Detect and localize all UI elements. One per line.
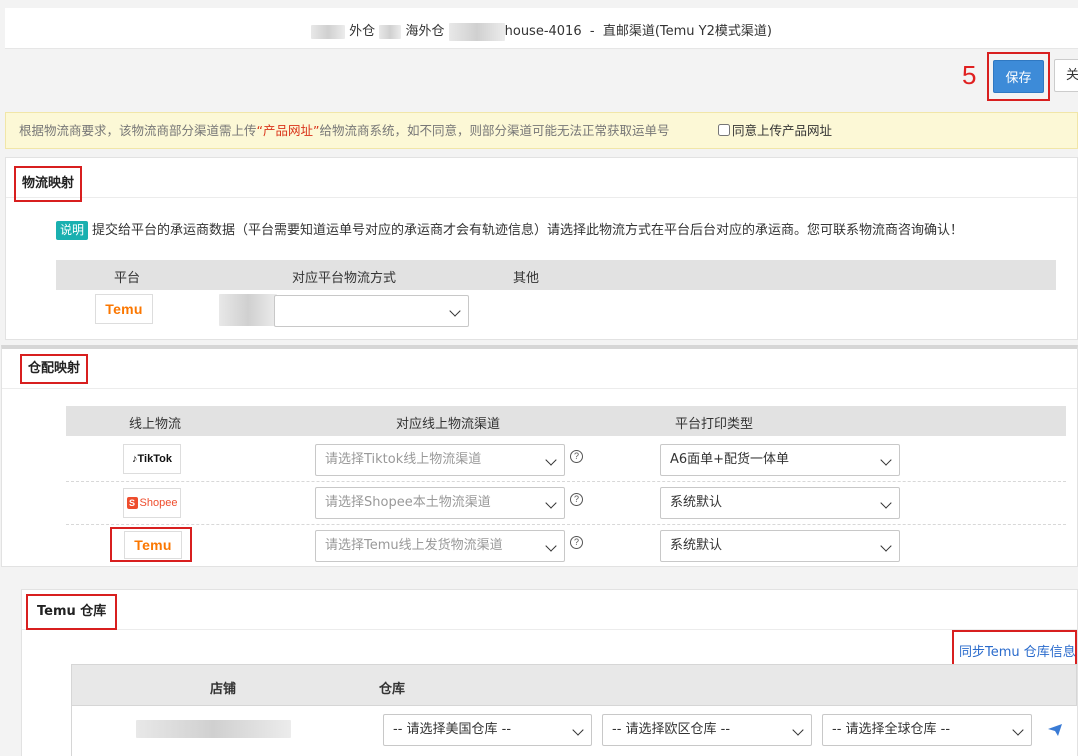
panel-header [22, 590, 1077, 630]
tiktok-print-type-select[interactable]: A6面单+配货一体单 [660, 444, 900, 476]
title-bar: 外仓 海外仓 house-4016 - 直邮渠道(Temu Y2模式渠道) [5, 8, 1078, 49]
send-icon[interactable] [1048, 724, 1062, 736]
platform-logistics-select[interactable] [274, 295, 469, 327]
help-icon[interactable]: ? [570, 450, 583, 463]
temu-logo-text: Temu [134, 537, 172, 553]
col-shop: 店铺 [210, 682, 237, 697]
help-icon[interactable]: ? [570, 493, 583, 506]
save-highlight-box: 保存 [987, 52, 1050, 101]
logistics-mapping-title: 物流映射 [14, 166, 83, 202]
logistics-table-header: 平台 对应平台物流方式 其他 [56, 260, 1056, 290]
redacted-text [448, 22, 505, 41]
temu-logo: Temu [124, 531, 182, 559]
warehouse-mapping-title: 仓配映射 [20, 354, 89, 384]
title-house-code: house-4016 [504, 24, 582, 39]
help-icon[interactable]: ? [570, 536, 583, 549]
page-title: 外仓 海外仓 house-4016 - 直邮渠道(Temu Y2模式渠道) [5, 20, 1078, 41]
title-warehouse-name: 外仓 [349, 24, 376, 39]
tiktok-logo: ♪TikTok [123, 444, 181, 474]
chevron-down-icon [880, 454, 892, 466]
notice-text: 根据物流商要求，该物流商部分渠道需上传 [19, 123, 257, 138]
title-separator: - [589, 24, 595, 39]
close-button[interactable]: 关 [1054, 59, 1078, 92]
eu-warehouse-placeholder: -- 请选择欧区仓库 -- [612, 722, 731, 737]
temu-warehouse-panel: Temu 仓库 同步Temu 仓库信息 店铺 仓库 -- 请选择美国仓库 -- … [21, 589, 1078, 756]
chevron-down-icon [880, 497, 892, 509]
temu-channel-placeholder: 请选择Temu线上发货物流渠道 [325, 538, 503, 553]
agree-upload-checkbox[interactable] [718, 124, 730, 136]
tiktok-print-type-value: A6面单+配货一体单 [670, 452, 790, 467]
row-divider [66, 481, 1066, 482]
title-channel: 直邮渠道(Temu Y2模式渠道) [602, 24, 772, 39]
redacted-shop-name [136, 720, 291, 738]
global-warehouse-select[interactable]: -- 请选择全球仓库 -- [822, 714, 1032, 746]
explain-line: 说明 提交给平台的承运商数据（平台需要知道运单号对应的承运商才会有轨迹信息）请选择… [56, 219, 963, 240]
redacted-text [311, 24, 346, 39]
global-warehouse-placeholder: -- 请选择全球仓库 -- [832, 722, 951, 737]
redacted-text [219, 294, 277, 326]
explain-text: 提交给平台的承运商数据（平台需要知道运单号对应的承运商才会有轨迹信息）请选择此物… [92, 223, 964, 238]
row-divider [66, 524, 1066, 525]
col-platform: 平台 [114, 271, 141, 286]
col-platform-logistics: 对应平台物流方式 [292, 271, 397, 286]
agree-upload-checkbox-label[interactable]: 同意上传产品网址 [718, 113, 832, 149]
col-warehouse: 仓库 [379, 682, 406, 697]
col-online-logistics: 线上物流 [129, 417, 182, 432]
title-overseas-warehouse: 海外仓 [405, 24, 445, 39]
chevron-down-icon [792, 724, 804, 736]
tiktok-channel-select[interactable]: 请选择Tiktok线上物流渠道 [315, 444, 565, 476]
shopee-print-type-select[interactable]: 系统默认 [660, 487, 900, 519]
shopee-channel-select[interactable]: 请选择Shopee本土物流渠道 [315, 487, 565, 519]
shopee-bag-icon: S [126, 497, 138, 509]
tiktok-logo-text: TikTok [137, 453, 172, 465]
shopee-logo-text: Shopee [139, 497, 178, 509]
warehouse-mapping-panel: 仓配映射 线上物流 对应线上物流渠道 平台打印类型 ♪TikTok 请选择Tik… [1, 345, 1078, 567]
temu-channel-select[interactable]: 请选择Temu线上发货物流渠道 [315, 530, 565, 562]
chevron-down-icon [572, 724, 584, 736]
col-print-type: 平台打印类型 [675, 417, 754, 432]
temu-print-type-select[interactable]: 系统默认 [660, 530, 900, 562]
sync-temu-warehouse-link[interactable]: 同步Temu 仓库信息 [959, 641, 1076, 660]
chevron-down-icon [880, 540, 892, 552]
agree-upload-label: 同意上传产品网址 [732, 123, 833, 138]
temu-logo: Temu [95, 294, 153, 324]
notice-bar: 根据物流商要求，该物流商部分渠道需上传“产品网址”给物流商系统，如不同意，则部分… [5, 112, 1078, 149]
temu-warehouse-table-header: 店铺 仓库 [71, 664, 1077, 706]
notice-text-after: 给物流商系统，如不同意，则部分渠道可能无法正常获取运单号 [319, 123, 670, 138]
eu-warehouse-select[interactable]: -- 请选择欧区仓库 -- [602, 714, 812, 746]
save-button[interactable]: 保存 [993, 60, 1044, 93]
warehouse-table-header: 线上物流 对应线上物流渠道 平台打印类型 [66, 406, 1066, 436]
temu-print-type-value: 系统默认 [670, 538, 723, 553]
redacted-text [379, 24, 402, 39]
panel-header [2, 349, 1077, 389]
us-warehouse-select[interactable]: -- 请选择美国仓库 -- [383, 714, 592, 746]
shopee-logo: S Shopee [123, 488, 181, 518]
logistics-mapping-panel: 物流映射 说明 提交给平台的承运商数据（平台需要知道运单号对应的承运商才会有轨迹信… [5, 157, 1078, 340]
temu-warehouse-title: Temu 仓库 [26, 594, 118, 630]
shopee-channel-placeholder: 请选择Shopee本土物流渠道 [325, 495, 491, 510]
panel-header [6, 158, 1077, 198]
step-number-annotation: 5 [962, 60, 977, 90]
chevron-down-icon [1012, 724, 1024, 736]
chevron-down-icon [545, 454, 557, 466]
temu-logo-text: Temu [105, 301, 143, 317]
chevron-down-icon [545, 497, 557, 509]
col-online-channel: 对应线上物流渠道 [396, 417, 501, 432]
col-other: 其他 [513, 271, 540, 286]
shopee-print-type-value: 系统默认 [670, 495, 723, 510]
us-warehouse-placeholder: -- 请选择美国仓库 -- [393, 722, 512, 737]
chevron-down-icon [449, 305, 461, 317]
notice-highlight: “产品网址” [256, 123, 320, 138]
chevron-down-icon [545, 540, 557, 552]
explain-tag: 说明 [56, 221, 89, 240]
tiktok-channel-placeholder: 请选择Tiktok线上物流渠道 [325, 452, 482, 467]
